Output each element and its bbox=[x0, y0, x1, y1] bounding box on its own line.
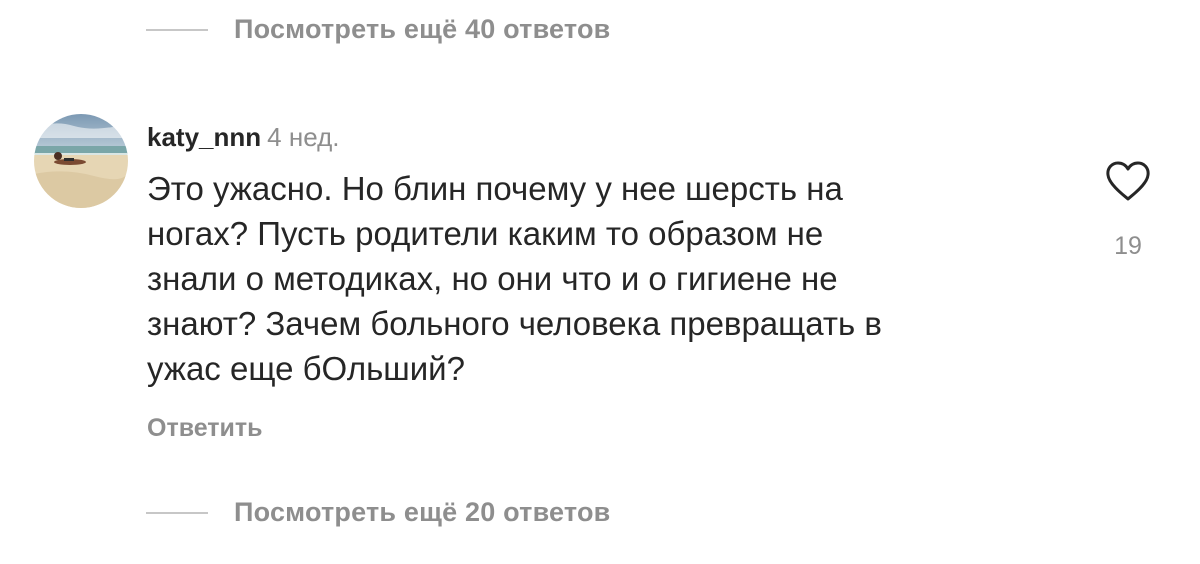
comment-text-line: знают? Зачем больного человека превращат… bbox=[147, 305, 882, 342]
heart-outline-icon[interactable] bbox=[1105, 160, 1151, 202]
view-more-replies-bottom[interactable]: Посмотреть ещё 20 ответов bbox=[146, 497, 610, 528]
comment-text-line: ногах? Пусть родители каким то образом н… bbox=[147, 215, 824, 252]
reply-button[interactable]: Ответить bbox=[147, 414, 263, 443]
comment-text-line: знали о методиках, но они что и о гигиен… bbox=[147, 260, 838, 297]
comment-text-line: Это ужасно. Но блин почему у нее шерсть … bbox=[147, 170, 843, 207]
comment-text-line: ужас еще бОльший? bbox=[147, 350, 465, 387]
comment-text: Это ужасно. Но блин почему у нее шерсть … bbox=[147, 166, 1047, 391]
like-area: 19 bbox=[1096, 160, 1160, 261]
thread-line bbox=[146, 511, 208, 514]
comment-username[interactable]: katy_nnn bbox=[147, 122, 261, 152]
comment-header: katy_nnn 4 нед. bbox=[147, 120, 339, 154]
view-more-replies-label[interactable]: Посмотреть ещё 20 ответов bbox=[234, 497, 610, 528]
view-more-replies-top[interactable]: Посмотреть ещё 40 ответов bbox=[146, 14, 610, 45]
comment-timestamp: 4 нед. bbox=[267, 122, 340, 152]
view-more-replies-label[interactable]: Посмотреть ещё 40 ответов bbox=[234, 14, 610, 45]
like-count: 19 bbox=[1114, 232, 1142, 260]
avatar[interactable] bbox=[34, 114, 128, 208]
avatar-beach-photo bbox=[34, 114, 128, 208]
thread-line bbox=[146, 28, 208, 31]
